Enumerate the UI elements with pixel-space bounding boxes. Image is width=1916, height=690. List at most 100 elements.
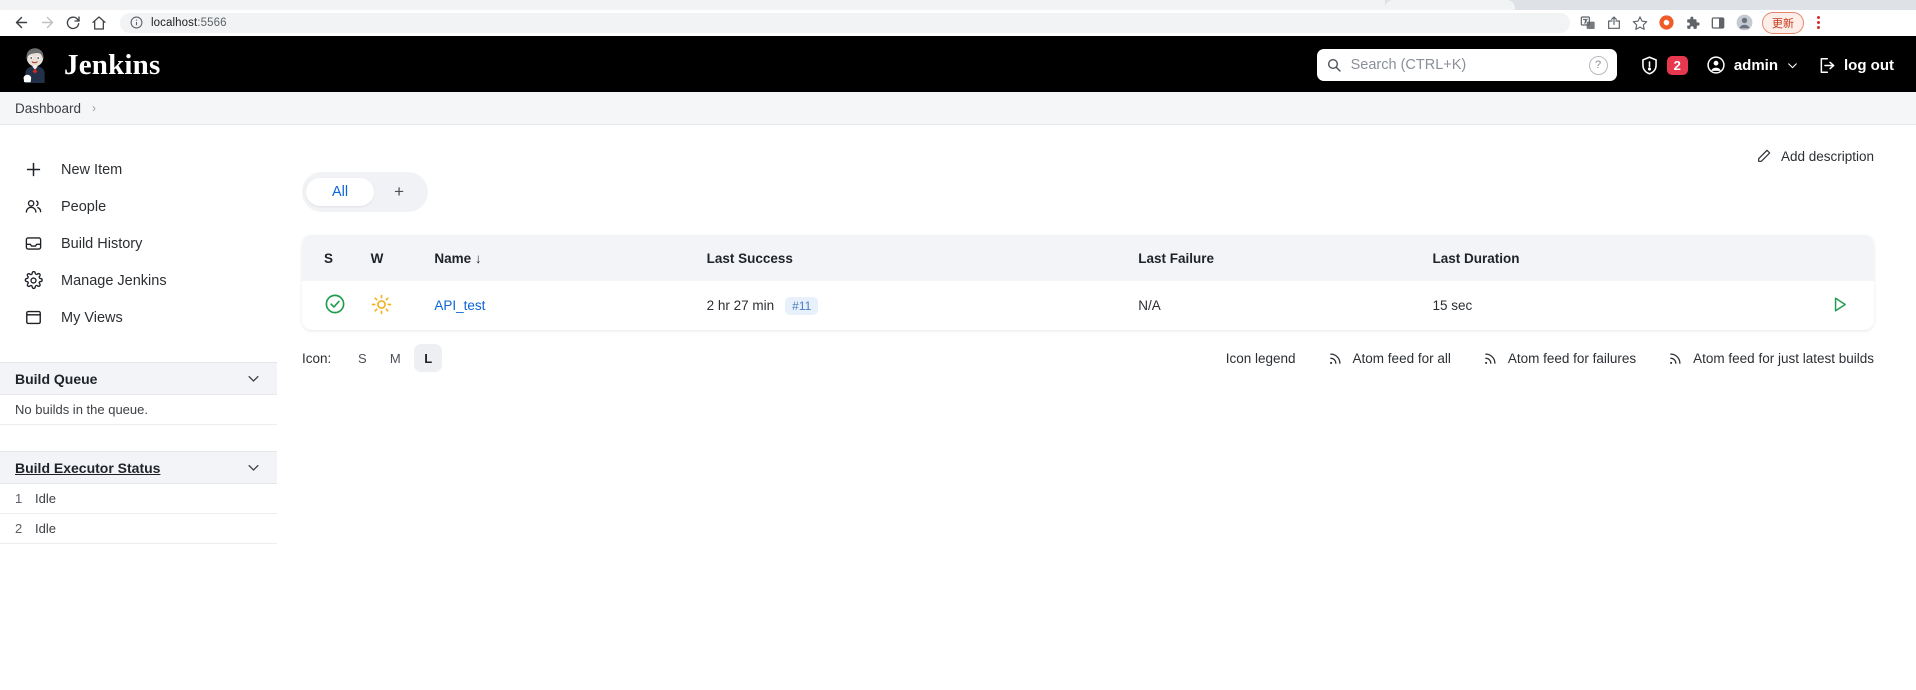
executor-number: 2 (15, 521, 23, 536)
executor-row[interactable]: 1 Idle (0, 484, 277, 514)
breadcrumb: Dashboard › (0, 92, 1916, 125)
security-alerts-button[interactable]: 2 (1639, 55, 1688, 76)
share-icon[interactable] (1602, 12, 1626, 34)
icon-legend-link[interactable]: Icon legend (1226, 351, 1296, 366)
search-icon (1326, 57, 1342, 73)
jobs-table-body: API_test 2 hr 27 min #11 N/A 15 sec (302, 281, 1874, 330)
add-description-button[interactable]: Add description (1756, 148, 1874, 164)
jobs-table-head: S W Name ↓ Last Success Last Failure Las… (302, 235, 1874, 281)
last-success-wrap: 2 hr 27 min #11 (707, 296, 1139, 315)
sidebar-item-my-views[interactable]: My Views (0, 299, 277, 336)
success-check-icon[interactable] (324, 293, 346, 315)
profile-avatar-icon[interactable] (1732, 12, 1756, 34)
run-build-play-icon[interactable] (1829, 294, 1850, 315)
chevron-down-icon[interactable] (246, 460, 261, 475)
main-content: Add description All + S W Name ↓ Last Su… (277, 125, 1916, 690)
sidebar-item-new-item[interactable]: New Item (0, 151, 277, 188)
forward-icon[interactable] (34, 11, 60, 35)
browser-tab[interactable] (1385, 0, 1515, 10)
archive-box-icon (23, 233, 44, 254)
user-menu-button[interactable]: admin (1706, 55, 1799, 75)
window-icon (23, 307, 44, 328)
browser-tab-strip[interactable] (0, 0, 1916, 10)
gear-icon (23, 270, 44, 291)
alert-count-badge: 2 (1666, 55, 1688, 75)
url-port: :5566 (197, 16, 227, 29)
build-queue-panel: Build Queue No builds in the queue. (0, 362, 277, 425)
sidebar-item-manage-jenkins[interactable]: Manage Jenkins (0, 262, 277, 299)
puzzle-extensions-icon[interactable] (1680, 12, 1704, 34)
header-name[interactable]: Name ↓ (434, 235, 707, 281)
rss-icon (1668, 351, 1683, 366)
build-executor-title: Build Executor Status (15, 459, 161, 476)
back-icon[interactable] (8, 11, 34, 35)
cell-status (302, 281, 371, 330)
home-icon[interactable] (86, 11, 112, 35)
icon-size-m[interactable]: M (381, 344, 409, 372)
icon-size-s[interactable]: S (348, 344, 376, 372)
browser-toolbar-icons: 更新 (1576, 11, 1828, 34)
executor-row[interactable]: 2 Idle (0, 514, 277, 544)
page-body: New Item People Build History Manage Jen… (0, 125, 1916, 690)
cell-last-failure: N/A (1138, 281, 1433, 330)
side-panel-icon[interactable] (1706, 12, 1730, 34)
cell-actions (1800, 281, 1874, 330)
atom-feed-all-link[interactable]: Atom feed for all (1328, 351, 1451, 366)
atom-feed-failures-label: Atom feed for failures (1507, 350, 1637, 366)
search-placeholder: Search (CTRL+K) (1350, 57, 1467, 73)
build-queue-empty: No builds in the queue. (0, 395, 277, 425)
header-status[interactable]: S (302, 235, 371, 281)
build-queue-title: Build Queue (15, 370, 98, 387)
pencil-icon (1756, 148, 1772, 164)
search-input[interactable]: Search (CTRL+K) ? (1316, 49, 1617, 81)
browser-toolbar: localhost:5566 更新 (0, 10, 1916, 36)
extension-orange-icon[interactable] (1654, 12, 1678, 34)
address-bar[interactable]: localhost:5566 (120, 12, 1570, 33)
sidebar-item-people[interactable]: People (0, 188, 277, 225)
atom-feed-failures-link[interactable]: Atom feed for failures (1483, 351, 1636, 366)
icon-size-l[interactable]: L (414, 344, 443, 372)
search-help-icon[interactable]: ? (1588, 55, 1608, 75)
build-executor-header[interactable]: Build Executor Status (0, 451, 277, 484)
jenkins-butler-icon (23, 48, 45, 83)
build-queue-header[interactable]: Build Queue (0, 362, 277, 395)
chevron-down-icon[interactable] (246, 371, 261, 386)
tab-all[interactable]: All (306, 178, 375, 206)
logout-icon (1817, 56, 1836, 75)
header-weather[interactable]: W (370, 235, 435, 281)
icon-size-selector: Icon: S M L (302, 344, 443, 372)
build-queue-empty-text: No builds in the queue. (15, 402, 148, 417)
cell-weather (370, 281, 435, 330)
atom-feed-latest-link[interactable]: Atom feed for just latest builds (1668, 351, 1874, 366)
sidebar-item-build-history[interactable]: Build History (0, 225, 277, 262)
sidebar-item-label: New Item (61, 161, 123, 178)
logout-button[interactable]: log out (1817, 56, 1894, 75)
table-row[interactable]: API_test 2 hr 27 min #11 N/A 15 sec (302, 281, 1874, 330)
translate-icon[interactable] (1576, 12, 1600, 34)
breadcrumb-item-dashboard[interactable]: Dashboard (15, 101, 81, 116)
jenkins-logo[interactable]: Jenkins (18, 47, 161, 83)
bookmark-star-icon[interactable] (1628, 12, 1652, 34)
site-info-icon[interactable] (130, 16, 143, 29)
add-view-button[interactable]: + (374, 176, 424, 208)
chevron-down-icon (1786, 59, 1799, 72)
atom-feed-latest-label: Atom feed for just latest builds (1693, 350, 1874, 366)
browser-tab-gap (1530, 0, 1670, 10)
job-name-link[interactable]: API_test (434, 298, 485, 313)
cell-name: API_test (434, 281, 707, 330)
breadcrumb-chevron-icon[interactable]: › (92, 101, 96, 115)
header-last-failure[interactable]: Last Failure (1138, 235, 1433, 281)
add-description-label: Add description (1780, 148, 1874, 164)
jenkins-wordmark: Jenkins (64, 48, 161, 81)
sidebar-item-label: People (61, 198, 107, 215)
browser-menu-icon[interactable] (1808, 12, 1828, 34)
last-success-build-badge[interactable]: #11 (785, 296, 819, 315)
executor-number: 1 (15, 491, 23, 506)
header-last-success[interactable]: Last Success (706, 235, 1139, 281)
cell-last-duration: 15 sec (1432, 281, 1801, 330)
reload-icon[interactable] (60, 11, 86, 35)
sunny-icon[interactable] (371, 294, 392, 315)
header-last-duration[interactable]: Last Duration (1432, 235, 1801, 281)
jenkins-header: Jenkins Search (CTRL+K) ? 2 admin log ou… (0, 38, 1916, 92)
update-button[interactable]: 更新 (1762, 11, 1804, 34)
